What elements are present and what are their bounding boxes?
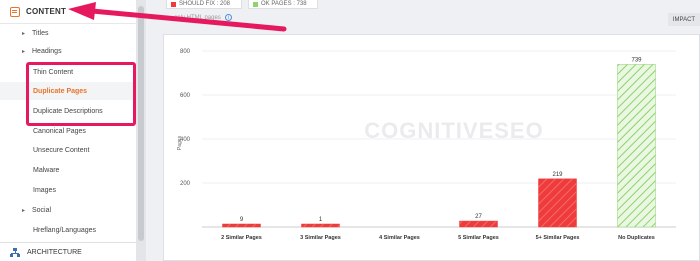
sidebar-item-label: Social: [32, 206, 52, 214]
ok-pages-badge[interactable]: OK PAGES : 738: [248, 0, 318, 9]
sidebar-item-label: Images: [33, 186, 56, 194]
sidebar-footer-label: ARCHITECTURE: [27, 248, 82, 256]
sidebar-item-malware[interactable]: Malware: [0, 161, 138, 179]
should-fix-text: SHOULD FIX : 208: [179, 1, 231, 7]
subtitle-text: only HTML pages: [174, 14, 221, 21]
y-tick-label: 600: [180, 93, 191, 99]
sidebar: CONTENT ▸ Titles ▸ Headings Thin Content Dupl…: [0, 0, 138, 261]
x-tick-label: 5+ Similar Pages: [536, 235, 580, 241]
impact-button[interactable]: IMPACT: [668, 13, 700, 26]
sidebar-item-social[interactable]: ▸ Social: [0, 201, 138, 219]
chart-subtitle: only HTML pages i: [174, 14, 232, 21]
green-square-icon: [253, 1, 258, 7]
scrollbar-thumb[interactable]: [138, 6, 144, 241]
sidebar-item-headings[interactable]: ▸ Headings: [0, 42, 138, 60]
chevron-right-icon: ▸: [22, 48, 26, 55]
bar-3-similar-pages: [301, 223, 340, 228]
x-tick-label: 4 Similar Pages: [379, 235, 420, 241]
sidebar-item-label: Headings: [32, 47, 62, 55]
y-axis-label: Pages: [177, 135, 183, 150]
x-tick-label: No Duplicates: [618, 235, 655, 241]
data-label: 27: [475, 214, 482, 220]
red-square-icon: [171, 1, 176, 7]
watermark: COGNITIVESEO: [364, 118, 543, 143]
data-label: 9: [240, 217, 244, 223]
bar-chart: 800600400200COGNITIVESEOPages92 Similar …: [177, 49, 676, 241]
chevron-right-icon: ▸: [22, 207, 26, 214]
annotation-highlight-box: [26, 62, 136, 126]
sidebar-item-titles[interactable]: ▸ Titles: [0, 24, 138, 42]
sidebar-item-label: Titles: [32, 29, 49, 37]
sitemap-icon: [10, 247, 20, 257]
sidebar-item-label: Unsecure Content: [33, 146, 90, 154]
info-icon[interactable]: i: [224, 14, 232, 21]
data-label: 739: [631, 57, 642, 63]
should-fix-badge[interactable]: SHOULD FIX : 208: [166, 0, 242, 9]
y-tick-label: 800: [180, 49, 191, 55]
sidebar-item-label: Malware: [33, 166, 60, 174]
bar-no-duplicates: [617, 64, 656, 228]
bar-5-similar-pages: [538, 178, 577, 228]
document-icon: [10, 6, 20, 17]
sidebar-item-unsecure-content[interactable]: Unsecure Content: [0, 141, 138, 159]
chevron-right-icon: ▸: [22, 30, 26, 37]
data-label: 1: [319, 217, 323, 223]
x-tick-label: 3 Similar Pages: [300, 235, 341, 241]
x-tick-label: 2 Similar Pages: [221, 235, 262, 241]
sidebar-item-label: Canonical Pages: [33, 127, 86, 135]
sidebar-item-architecture[interactable]: ARCHITECTURE: [0, 242, 138, 261]
sidebar-item-label: Hreflang/Languages: [33, 226, 97, 234]
sidebar-scrollbar[interactable]: [136, 0, 146, 261]
sidebar-header-label: CONTENT: [26, 7, 67, 16]
data-label: 219: [552, 172, 563, 178]
ok-pages-text: OK PAGES : 738: [261, 1, 307, 7]
sidebar-item-hreflang-languages[interactable]: Hreflang/Languages: [0, 221, 138, 239]
bar-2-similar-pages: [222, 223, 261, 228]
chart-panel: 800 600 400 200 COGNITIVESEO Pages 9 2 Similar …: [163, 34, 700, 261]
bar-5-similar-pages: [459, 220, 498, 228]
sidebar-item-images[interactable]: Images: [0, 181, 138, 199]
sidebar-header-content[interactable]: CONTENT: [0, 0, 138, 24]
x-tick-label: 5 Similar Pages: [458, 235, 499, 241]
y-tick-label: 200: [180, 181, 191, 187]
